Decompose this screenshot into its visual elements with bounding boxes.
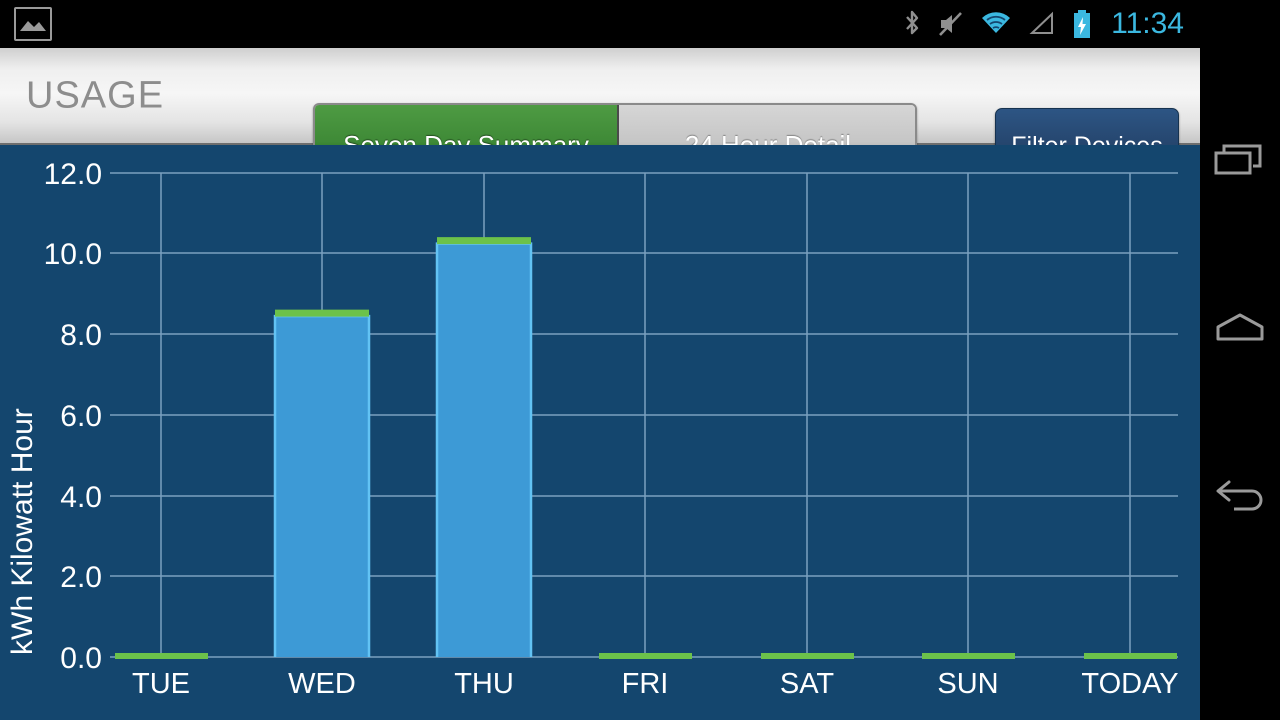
svg-text:SUN: SUN (937, 668, 998, 700)
x-axis-ticks: TUE WED THU FRI SAT SUN TODAY (132, 668, 1179, 700)
bar-wed (273, 309, 371, 657)
cell-signal-icon (1027, 9, 1057, 39)
status-bar-right: 11:34 (901, 0, 1200, 48)
svg-text:FRI: FRI (622, 668, 669, 700)
android-screen: 11:34 USAGE Seven Day Summary 24 Hour De… (0, 0, 1280, 720)
svg-text:THU: THU (454, 668, 514, 700)
svg-text:8.0: 8.0 (60, 319, 102, 352)
svg-text:6.0: 6.0 (60, 400, 102, 433)
recents-icon[interactable] (1200, 110, 1280, 210)
image-icon (14, 7, 52, 41)
bluetooth-icon (901, 9, 923, 39)
usage-bar-chart: kWh Kilowatt Hour 12.0 10.0 8.0 6.0 4.0 … (0, 145, 1200, 720)
android-navigation-bar (1200, 0, 1280, 720)
svg-text:TUE: TUE (132, 668, 190, 700)
bar-thu (435, 237, 533, 657)
page-title: USAGE (26, 74, 165, 116)
svg-text:12.0: 12.0 (44, 158, 102, 191)
bars (115, 237, 1177, 659)
volume-mute-icon (937, 9, 965, 39)
svg-text:WED: WED (288, 668, 356, 700)
home-icon[interactable] (1200, 278, 1280, 378)
status-bar-clock: 11:34 (1111, 7, 1184, 40)
status-bar: 11:34 (0, 0, 1200, 48)
svg-text:SAT: SAT (780, 668, 835, 700)
wifi-icon (979, 9, 1013, 39)
svg-text:TODAY: TODAY (1081, 668, 1178, 700)
y-axis-label: kWh Kilowatt Hour (6, 408, 39, 655)
y-gridlines (110, 172, 1178, 658)
chart-svg: kWh Kilowatt Hour 12.0 10.0 8.0 6.0 4.0 … (6, 158, 1179, 700)
svg-text:0.0: 0.0 (60, 642, 102, 675)
svg-text:2.0: 2.0 (60, 561, 102, 594)
action-bar: USAGE Seven Day Summary 24 Hour Detail F… (0, 48, 1200, 188)
y-axis-ticks: 12.0 10.0 8.0 6.0 4.0 2.0 0.0 (44, 158, 102, 675)
battery-charging-icon (1071, 8, 1093, 40)
svg-text:10.0: 10.0 (44, 238, 102, 271)
svg-text:4.0: 4.0 (60, 481, 102, 514)
back-icon[interactable] (1200, 446, 1280, 546)
status-bar-left (0, 7, 52, 41)
